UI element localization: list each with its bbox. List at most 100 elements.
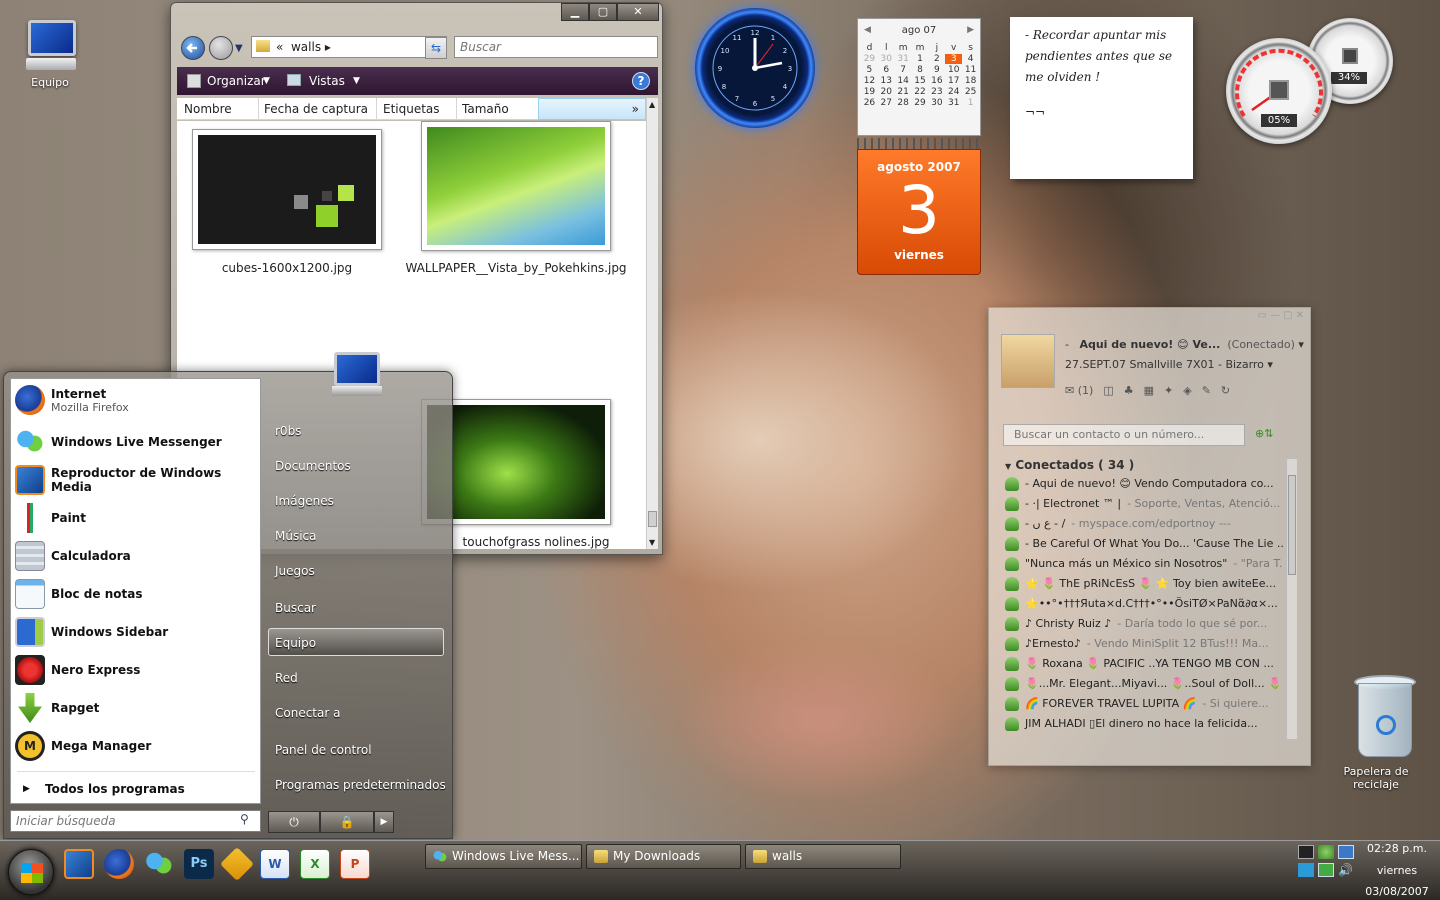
powerpoint-icon[interactable]: P <box>340 849 370 879</box>
start-right-network[interactable]: Red <box>275 671 298 685</box>
contact-row[interactable]: - ·| Electronet ™ | - Soporte, Ventas, At… <box>1005 494 1283 513</box>
calendar-day[interactable]: 7 <box>895 65 912 75</box>
contact-row[interactable]: ♪Ernesto♪ - Vendo MiniSplit 12 BTus!!! Ma… <box>1005 634 1283 653</box>
calendar-day[interactable]: 31 <box>945 98 962 108</box>
calendar-day[interactable]: 13 <box>878 76 895 86</box>
plus-icon[interactable]: ✦ <box>1164 384 1173 397</box>
forward-button[interactable] <box>209 36 233 60</box>
refresh-button[interactable]: ⇆ <box>425 37 447 59</box>
personal-message[interactable]: 27.SEPT.07 Smallville 7X01 - Bizarro ▾ <box>1065 358 1273 371</box>
calendar-day[interactable]: 9 <box>928 65 945 75</box>
calendar-day[interactable]: 27 <box>878 98 895 108</box>
taskbar-window-walls[interactable]: walls <box>745 844 901 869</box>
file-thumbnail-cubes[interactable] <box>192 129 382 250</box>
start-right-control-panel[interactable]: Panel de control <box>275 743 372 757</box>
mail-icon[interactable]: ✉ (1) <box>1065 384 1093 397</box>
display-name-row[interactable]: - Aqui de nuevo! 😊 Ve... (Conectado) ▾ <box>1065 338 1304 351</box>
column-fecha[interactable]: Fecha de captura <box>264 102 368 116</box>
column-tamano[interactable]: Tamaño <box>462 102 509 116</box>
taskbar-window-messenger[interactable]: Windows Live Mess... <box>425 844 582 869</box>
contact-row[interactable]: - Be Careful Of What You Do... 'Cause Th… <box>1005 534 1283 553</box>
calendar-day[interactable]: 31 <box>895 54 912 64</box>
calendar-day[interactable]: 10 <box>945 65 962 75</box>
start-right-connect[interactable]: Conectar a <box>275 706 340 720</box>
column-etiquetas[interactable]: Etiquetas <box>383 102 440 116</box>
tray-app-icon[interactable] <box>1298 845 1314 859</box>
contact-row[interactable]: JIM ALHADI ▯El dinero no hace la felicid… <box>1005 714 1283 733</box>
volume-icon[interactable]: 🔊 <box>1338 863 1358 877</box>
firefox-icon[interactable] <box>104 849 134 879</box>
calendar-day[interactable]: 29 <box>912 98 929 108</box>
contact-row[interactable]: "Nunca más un México sin Nosotros" - "Par… <box>1005 554 1283 573</box>
start-right-music[interactable]: Música <box>275 529 317 543</box>
start-right-user[interactable]: r0bs <box>275 424 301 438</box>
clock-day[interactable]: viernes <box>1362 864 1432 877</box>
minimize-button[interactable]: ▁ <box>561 3 589 21</box>
contact-row[interactable]: - Aqui de nuevo! 😊 Vendo Computadora co.… <box>1005 474 1283 493</box>
calendar-day[interactable]: 19 <box>861 87 878 97</box>
start-right-games[interactable]: Juegos <box>275 564 315 578</box>
notes-gadget[interactable]: - Recordar apuntar mis pendientes antes … <box>1010 17 1193 179</box>
start-right-default-programs[interactable]: Programas predeterminados <box>275 778 446 792</box>
calendar-day[interactable]: 6 <box>878 65 895 75</box>
address-bar[interactable]: « walls ▸ ▼ <box>251 36 447 58</box>
start-right-pictures[interactable]: Imágenes <box>275 494 334 508</box>
back-button[interactable] <box>181 36 205 60</box>
calendar-day[interactable]: 15 <box>912 76 929 86</box>
start-search-input[interactable]: Iniciar búsqueda <box>10 810 261 832</box>
vertical-scrollbar[interactable]: ▲ ▼ <box>646 98 658 549</box>
refresh-icon[interactable]: ↻ <box>1221 384 1230 397</box>
all-programs-button[interactable]: ▶ Todos los programas <box>15 778 258 800</box>
calendar-day[interactable]: 30 <box>878 54 895 64</box>
calendar-day[interactable]: 20 <box>878 87 895 97</box>
contact-group-header[interactable]: ▼ Conectados ( 34 ) <box>1005 458 1134 472</box>
desktop-icon-equipo[interactable]: Equipo <box>5 18 95 89</box>
shutdown-options-button[interactable]: ▶ <box>374 811 394 833</box>
start-right-computer[interactable]: Equipo <box>275 636 316 650</box>
file-name[interactable]: WALLPAPER__Vista_by_Pokehkins.jpg <box>401 261 631 275</box>
organize-menu[interactable]: Organizar <box>207 74 266 88</box>
start-item-internet[interactable]: Internet Mozilla Firefox <box>15 381 258 419</box>
calendar-icon[interactable]: ▦ <box>1144 384 1154 397</box>
clock-date[interactable]: 03/08/2007 <box>1362 885 1432 898</box>
winamp-icon[interactable] <box>220 847 254 881</box>
contact-row[interactable]: ⭐••°•†††Яuta×d.C†††•°••ÖsiTØ×PaNα̃∂α×... <box>1005 594 1283 613</box>
clock-time[interactable]: 02:28 p.m. <box>1362 842 1432 855</box>
views-menu[interactable]: Vistas <box>309 74 345 88</box>
start-item-paint[interactable]: Paint <box>15 501 258 535</box>
photoshop-icon[interactable]: Ps <box>184 849 214 879</box>
calendar-day[interactable]: 30 <box>928 98 945 108</box>
column-overflow-button[interactable]: » <box>538 98 646 120</box>
start-item-nero[interactable]: Nero Express <box>15 653 258 687</box>
file-name[interactable]: cubes-1600x1200.jpg <box>192 261 382 275</box>
calendar-day[interactable]: 18 <box>962 76 979 86</box>
start-right-documents[interactable]: Documentos <box>275 459 351 473</box>
power-button[interactable]: ⏻ <box>268 811 320 833</box>
taskbar-window-downloads[interactable]: My Downloads <box>586 844 741 869</box>
start-item-calculator[interactable]: Calculadora <box>15 539 258 573</box>
calendar-day[interactable]: 23 <box>928 87 945 97</box>
lock-button[interactable]: 🔒 <box>320 811 374 833</box>
contact-row[interactable]: - ع ں - / - myspace.com/edportnoy --- <box>1005 514 1283 533</box>
start-item-notepad[interactable]: Bloc de notas <box>15 577 258 611</box>
clock-gadget[interactable]: 12 1 2 3 45 6 7 8 9 10 11 <box>695 8 815 128</box>
start-item-media-player[interactable]: Reproductor de Windows Media <box>15 463 258 497</box>
contact-row[interactable]: ♪ Christy Ruiz ♪ - Daría todo lo que sé p… <box>1005 614 1283 633</box>
contact-list-scrollbar[interactable] <box>1286 458 1298 740</box>
calendar-day[interactable]: 29 <box>861 54 878 64</box>
calendar-day[interactable]: 1 <box>912 54 929 64</box>
contact-row[interactable]: 🌷 Roxana 🌷 PACIFIC ..YA TENGO MB CON ... <box>1005 654 1283 673</box>
calendar-day[interactable]: 17 <box>945 76 962 86</box>
maximize-button[interactable]: ▢ <box>589 3 617 21</box>
start-item-mega-manager[interactable]: M Mega Manager <box>15 729 258 763</box>
add-contact-icon[interactable]: ⊕⇅ <box>1255 427 1273 440</box>
breadcrumb-walls[interactable]: walls <box>291 40 321 54</box>
spaces-icon[interactable]: ◫ <box>1103 384 1113 397</box>
paint-icon[interactable]: ✎ <box>1202 384 1211 397</box>
tray-update-icon[interactable] <box>1298 863 1314 877</box>
start-button[interactable] <box>8 849 54 895</box>
start-item-rapget[interactable]: Rapget <box>15 691 258 725</box>
calendar-day[interactable]: 11 <box>962 65 979 75</box>
calendar-day[interactable]: 28 <box>895 98 912 108</box>
contact-row[interactable]: 🌷...Mr. Elegant...Miyavi... 🌷..Soul of D… <box>1005 674 1283 693</box>
